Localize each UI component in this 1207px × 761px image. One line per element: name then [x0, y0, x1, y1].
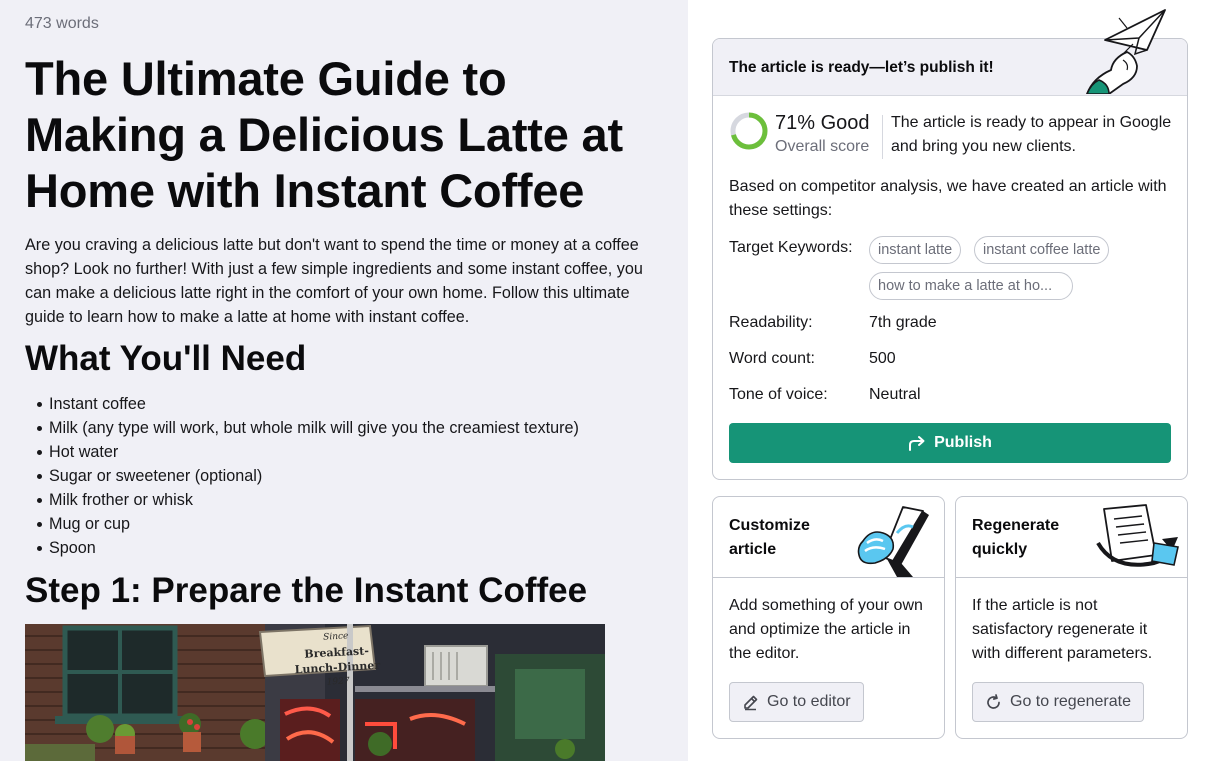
wordcount-value: 500 — [869, 350, 896, 367]
keywords-label: Target Keywords: — [729, 239, 853, 256]
regenerate-title: Regenerate quickly — [972, 517, 1060, 558]
publish-button[interactable]: Publish — [729, 423, 1171, 463]
score-value: 71% Good — [775, 112, 870, 134]
paper-plane-icon — [1086, 9, 1166, 94]
list-item: Hot water — [25, 440, 579, 464]
pencil-icon — [744, 695, 758, 710]
list-item: Sugar or sweetener (optional) — [25, 464, 579, 488]
tone-value: Neutral — [869, 386, 921, 403]
article-title: The Ultimate Guide to Making a Delicious… — [25, 52, 623, 217]
list-item: Milk frother or whisk — [25, 488, 579, 512]
needs-list: Instant coffee Milk (any type will work,… — [25, 392, 579, 560]
storefront-photo: Since Breakfast-Lunch-Dinner 1927 — [25, 624, 605, 761]
list-item: Mug or cup — [25, 512, 579, 536]
regenerate-card: Regenerate quickly If the article is not… — [955, 496, 1188, 739]
publish-panel: The article is ready—let’s publish it! 7… — [688, 0, 1207, 761]
go-to-editor-button[interactable]: Go to editor — [729, 682, 864, 722]
document-refresh-icon — [1096, 504, 1179, 567]
customize-card: Customize article Add something of your … — [712, 496, 945, 739]
readability-value: 7th grade — [869, 314, 937, 331]
overall-score: 71% Good Overall score — [729, 111, 870, 159]
keyword-chip: how to make a latte at ho... — [869, 272, 1073, 300]
go-to-regenerate-label: Go to regenerate — [1010, 693, 1131, 710]
article-preview: 473 words The Ultimate Guide to Making a… — [0, 0, 688, 761]
settings-intro: Based on competitor analysis, we have cr… — [729, 178, 1167, 219]
refresh-icon — [987, 693, 1000, 709]
customize-title: Customize article — [729, 517, 810, 558]
pen-hand-icon — [857, 506, 929, 577]
photo-sign: Since Breakfast-Lunch-Dinner 1927 — [285, 627, 388, 692]
score-label: Overall score — [775, 138, 870, 155]
score-donut-icon — [730, 112, 768, 150]
list-item: Spoon — [25, 536, 579, 560]
list-item: Instant coffee — [25, 392, 579, 416]
go-to-regenerate-button[interactable]: Go to regenerate — [972, 682, 1144, 722]
keyword-chip: instant latte — [869, 236, 962, 264]
publish-card: The article is ready—let’s publish it! 7… — [712, 38, 1188, 480]
regenerate-description: If the article is not satisfactory regen… — [972, 597, 1153, 662]
readability-label: Readability: — [729, 314, 813, 331]
tone-label: Tone of voice: — [729, 386, 828, 403]
divider — [882, 115, 883, 159]
publish-card-title: The article is ready—let’s publish it! — [729, 59, 994, 76]
publish-label: Publish — [934, 434, 992, 451]
keyword-chip: instant coffee latte — [974, 236, 1110, 264]
article-intro: Are you craving a delicious latte but do… — [25, 236, 643, 326]
regenerate-card-header: Regenerate quickly — [956, 497, 1187, 578]
customize-card-header: Customize article — [713, 497, 944, 578]
list-item: Milk (any type will work, but whole milk… — [25, 416, 579, 440]
share-arrow-icon — [909, 436, 925, 451]
photo-sign-text: Breakfast-Lunch-Dinner — [294, 644, 381, 677]
word-count: 473 words — [25, 15, 99, 32]
score-description: The article is ready to appear in Google… — [891, 114, 1172, 155]
step1-heading: Step 1: Prepare the Instant Coffee — [25, 571, 588, 610]
go-to-editor-label: Go to editor — [767, 693, 851, 710]
wordcount-label: Word count: — [729, 350, 815, 367]
need-heading: What You'll Need — [25, 339, 307, 378]
customize-description: Add something of your own and optimize t… — [729, 597, 923, 662]
